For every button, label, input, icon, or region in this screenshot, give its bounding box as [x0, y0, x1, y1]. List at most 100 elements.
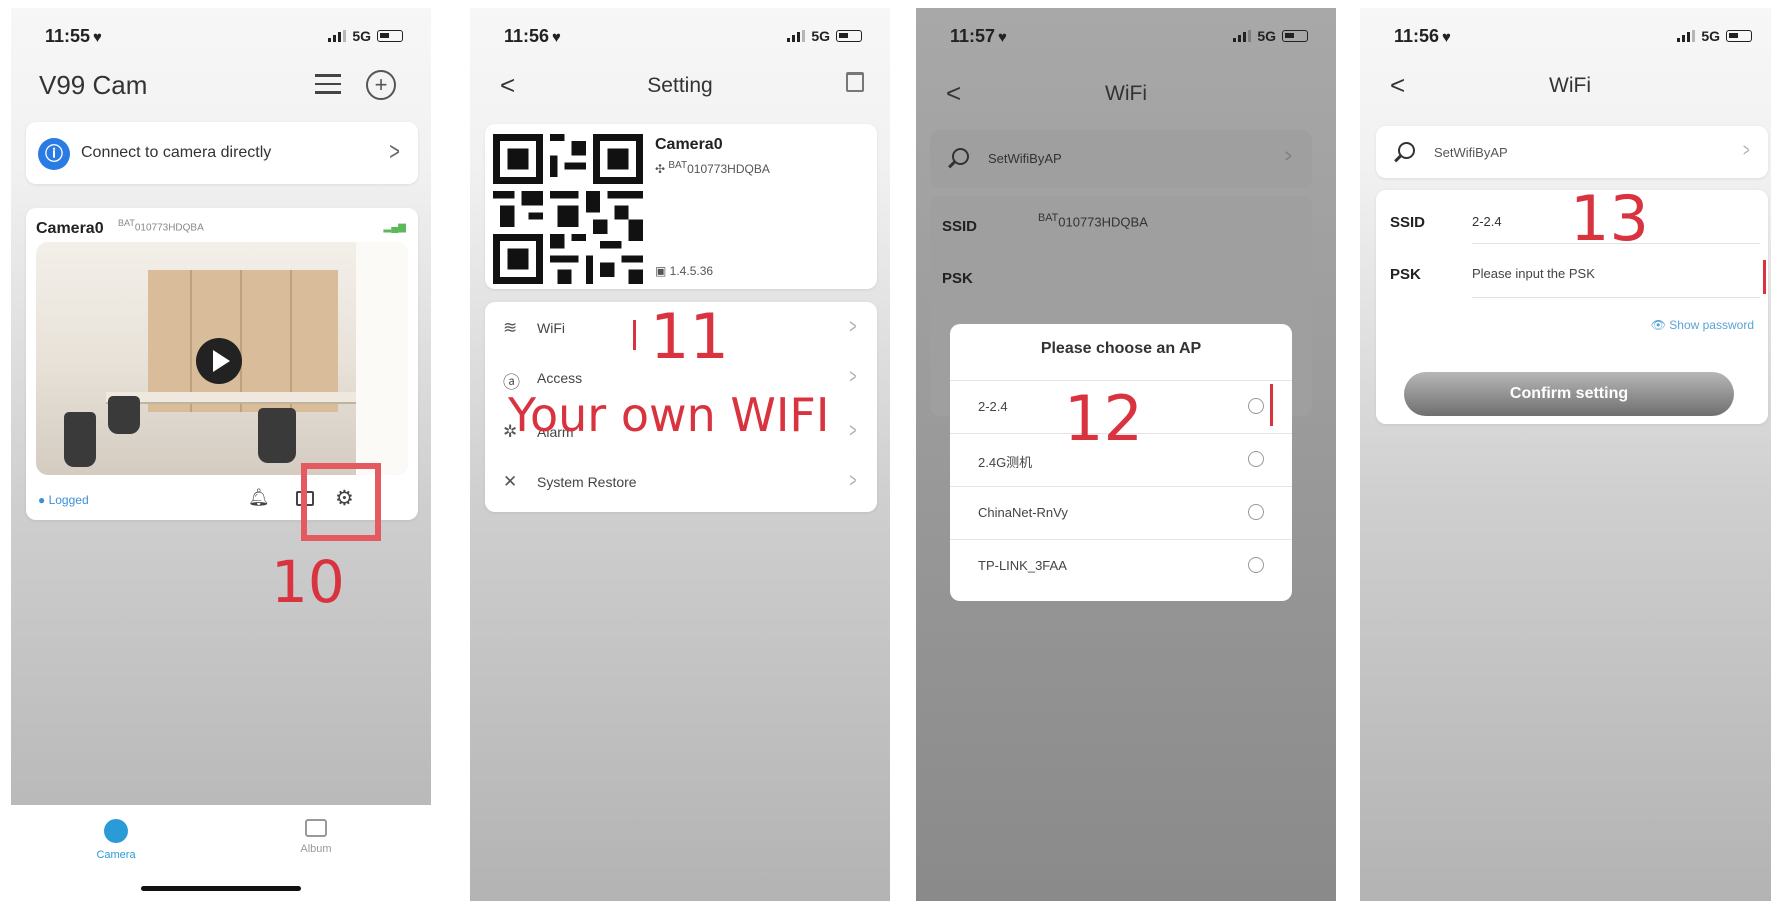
ssid-label: SSID	[1390, 214, 1426, 231]
confirm-setting-button[interactable]: Confirm setting	[1404, 372, 1734, 416]
camera-id: ✣ BAT010773HDQBA	[655, 160, 770, 176]
preview-column	[356, 242, 408, 475]
device-info-card: Camera0 ✣ BAT010773HDQBA ▣ 1.4.5.36	[485, 124, 877, 289]
tab-bar: Camera Album	[11, 805, 431, 901]
page-title: WiFi	[1105, 82, 1147, 105]
phone-wifi-choose-ap: 11:57 ♥ 5G < WiFi SetWifiByAP > SSID BAT0…	[916, 8, 1336, 901]
signal-icon	[1233, 30, 1252, 42]
network-type: 5G	[811, 28, 830, 44]
status-bar: 11:55 ♥ 5G	[45, 24, 403, 48]
annotation-step-10: 10	[271, 548, 345, 616]
menu-label: Access	[537, 370, 583, 386]
tab-album[interactable]: Album	[256, 819, 376, 855]
show-password-toggle[interactable]: 👁︎ Show password	[1651, 318, 1754, 332]
psk-field[interactable]: Please input the PSK	[1472, 254, 1766, 298]
preview-stool	[64, 412, 96, 467]
psk-label: PSK	[942, 270, 973, 287]
preview-wall	[148, 270, 338, 412]
annotation-step-12: 12	[1064, 382, 1143, 455]
wifi-icon: ≋	[503, 318, 518, 337]
phone-setting: 11:56 ♥ 5G < Setting Camera0 ✣ BAT010773…	[470, 8, 890, 901]
eye-icon: 👁︎	[1650, 318, 1670, 332]
menu-label: System Restore	[537, 474, 637, 490]
menu-label: WiFi	[537, 320, 565, 336]
connect-directly-row[interactable]: ⓘ Connect to camera directly >	[26, 122, 418, 184]
ap-name: TP-LINK_3FAA	[978, 558, 1067, 573]
bell-icon[interactable]: 🔔︎	[248, 488, 270, 508]
heart-icon: ♥	[998, 28, 1007, 46]
camera-id: BAT010773HDQBA	[118, 218, 204, 234]
set-wifi-label: SetWifiByAP	[988, 151, 1062, 166]
ap-option[interactable]: TP-LINK_3FAA	[950, 539, 1292, 592]
annotation-step-13: 13	[1570, 182, 1649, 255]
set-wifi-label: SetWifiByAP	[1434, 145, 1508, 160]
chevron-right-icon: >	[849, 366, 857, 388]
radio-button[interactable]	[1248, 557, 1264, 573]
add-device-icon[interactable]: +	[366, 70, 396, 100]
phone-wifi-confirm: 11:56 ♥ 5G < WiFi SetWifiByAP > SSID 2-2.…	[1360, 8, 1771, 901]
annotation-cursor	[1270, 384, 1273, 426]
battery-icon	[1726, 30, 1752, 42]
status-bar: 11:56 ♥ 5G	[1394, 24, 1752, 48]
psk-label: PSK	[1390, 266, 1421, 283]
ssid-label: SSID	[942, 218, 978, 235]
status-time: 11:56	[504, 25, 550, 46]
back-icon[interactable]: <	[946, 78, 961, 109]
ap-option[interactable]: ChinaNet-RnVy	[950, 486, 1292, 539]
delete-button[interactable]	[846, 72, 864, 92]
signal-icon	[328, 30, 347, 42]
heart-icon: ♥	[1442, 28, 1451, 46]
preview-stool	[108, 396, 140, 434]
annotation-cursor	[633, 320, 636, 350]
annotation-step-11: 11	[650, 300, 729, 373]
radio-button[interactable]	[1248, 398, 1264, 414]
camera-preview[interactable]	[36, 242, 408, 475]
network-type: 5G	[352, 28, 371, 44]
tab-camera-label: Camera	[96, 849, 136, 861]
psk-placeholder: Please input the PSK	[1472, 266, 1595, 281]
annotation-highlight-box	[301, 463, 381, 541]
tab-camera[interactable]: Camera	[56, 819, 176, 861]
battery-icon	[836, 30, 862, 42]
battery-icon	[1282, 30, 1308, 42]
connect-label: Connect to camera directly	[81, 144, 272, 161]
signal-icon	[787, 30, 806, 42]
radio-button[interactable]	[1248, 504, 1264, 520]
camera-name: Camera0	[655, 136, 723, 153]
radio-button[interactable]	[1248, 451, 1264, 467]
page-title: WiFi	[1549, 74, 1591, 97]
menu-item-system-restore[interactable]: ✕ System Restore >	[485, 456, 877, 508]
status-time: 11:57	[950, 25, 996, 46]
nav-bar: < WiFi	[916, 74, 1336, 114]
connect-icon: ⓘ	[38, 138, 70, 170]
preview-table	[106, 392, 356, 404]
signal-icon	[1677, 30, 1696, 42]
search-icon	[1398, 142, 1415, 159]
logged-status: ● Logged	[38, 493, 89, 507]
ap-name: 2-2.4	[978, 399, 1008, 414]
chevron-right-icon: >	[849, 420, 857, 442]
network-type: 5G	[1701, 28, 1720, 44]
dialog-title: Please choose an AP	[1040, 340, 1202, 357]
restore-icon: ✕	[503, 472, 518, 491]
back-icon[interactable]: <	[500, 70, 515, 101]
trash-icon	[846, 72, 864, 92]
set-wifi-by-ap-row[interactable]: SetWifiByAP >	[930, 130, 1312, 188]
home-indicator	[141, 886, 301, 891]
annotation-wifi-note: Your own WIFI	[508, 388, 830, 442]
ap-name: 2.4G测机	[978, 455, 1033, 470]
page-title: Setting	[647, 74, 713, 97]
annotation-cursor	[1763, 260, 1766, 294]
play-icon[interactable]	[196, 338, 242, 384]
choose-ap-dialog: Please choose an AP 2-2.4 2.4G测机 ChinaNe…	[950, 324, 1292, 601]
nav-bar: < WiFi	[1360, 66, 1771, 106]
network-type: 5G	[1257, 28, 1276, 44]
signal-strength-icon: ▂▄▆	[383, 222, 406, 233]
list-icon[interactable]	[315, 74, 341, 96]
ssid-value: 2-2.4	[1472, 214, 1502, 229]
set-wifi-by-ap-row[interactable]: SetWifiByAP >	[1376, 126, 1768, 178]
album-tab-icon	[305, 819, 327, 837]
battery-icon	[377, 30, 403, 42]
app-title: V99 Cam	[39, 70, 148, 100]
back-icon[interactable]: <	[1390, 70, 1405, 101]
